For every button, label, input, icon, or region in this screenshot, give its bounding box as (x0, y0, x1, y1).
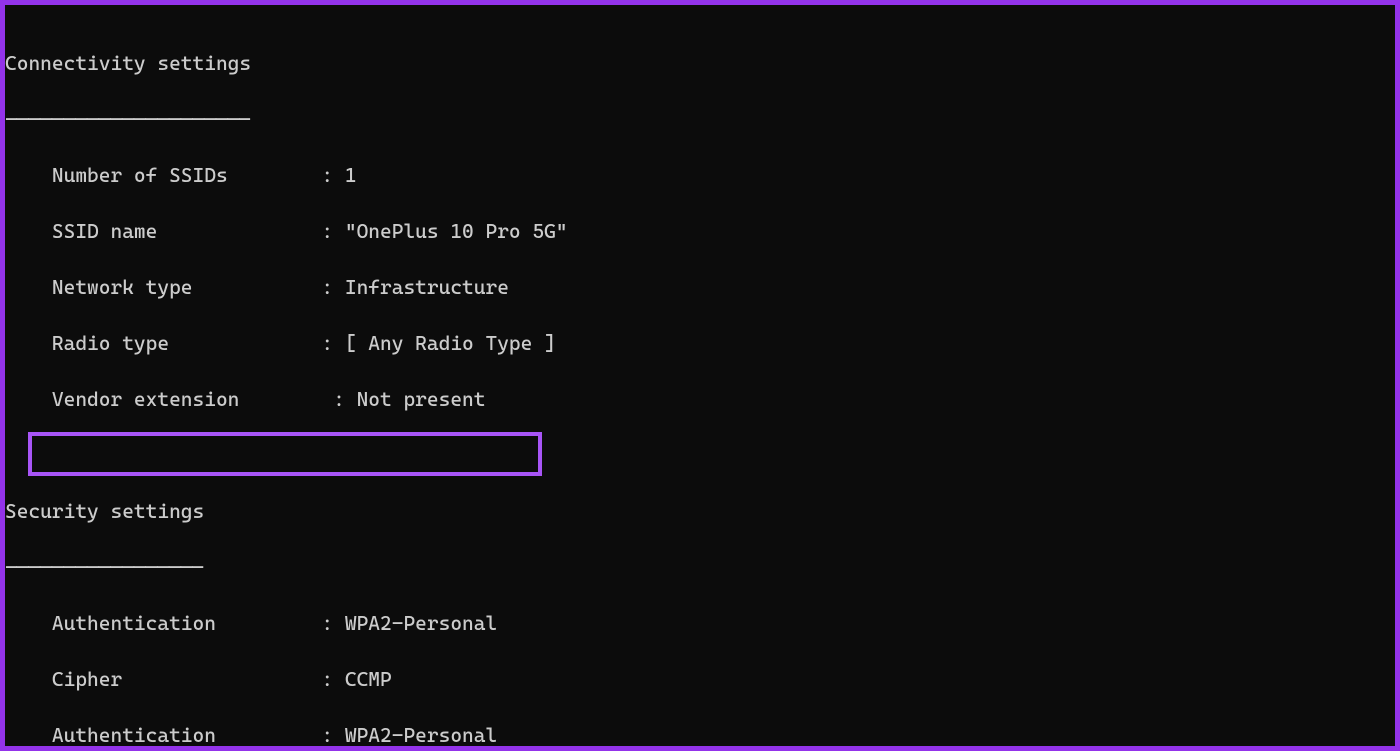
value-vendor-extension: Not present (357, 387, 486, 411)
security-header: Security settings (5, 497, 1395, 525)
value-network-type: Infrastructure (345, 275, 509, 299)
row-cipher-1: Cipher : CCMP (5, 665, 1395, 693)
row-network-type: Network type : Infrastructure (5, 273, 1395, 301)
row-vendor-extension: Vendor extension : Not present (5, 385, 1395, 413)
row-authentication-2: Authentication : WPA2-Personal (5, 721, 1395, 746)
blank-line (5, 441, 1395, 469)
value-auth-2: WPA2-Personal (345, 723, 497, 746)
row-ssid-count: Number of SSIDs : 1 (5, 161, 1395, 189)
connectivity-divider: --------------------- (5, 105, 1395, 133)
value-cipher-1: CCMP (345, 667, 392, 691)
row-ssid-name: SSID name : "OnePlus 10 Pro 5G" (5, 217, 1395, 245)
value-radio-type: [ Any Radio Type ] (345, 331, 556, 355)
connectivity-header: Connectivity settings (5, 49, 1395, 77)
row-radio-type: Radio type : [ Any Radio Type ] (5, 329, 1395, 357)
row-authentication-1: Authentication : WPA2-Personal (5, 609, 1395, 637)
value-auth-1: WPA2-Personal (345, 611, 497, 635)
value-ssid-count: 1 (345, 163, 357, 187)
security-divider: ----------------- (5, 553, 1395, 581)
value-ssid-name: "OnePlus 10 Pro 5G" (345, 219, 568, 243)
terminal-output: Connectivity settings ------------------… (5, 5, 1395, 746)
